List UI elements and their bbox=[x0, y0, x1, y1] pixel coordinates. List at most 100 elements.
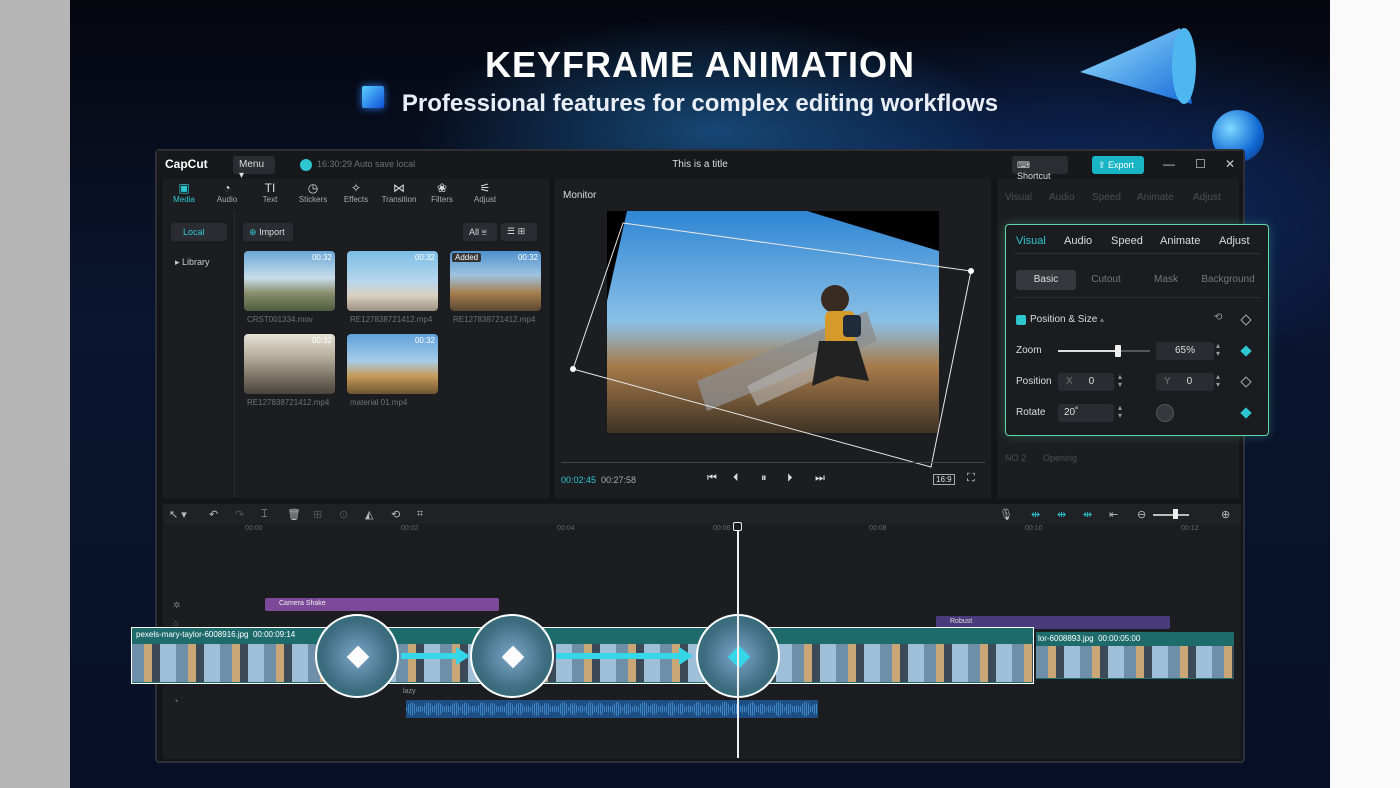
split-audio-icon[interactable]: ⇤ bbox=[1109, 508, 1118, 521]
filter-icon: ⩸ bbox=[481, 227, 488, 237]
step-forward-icon[interactable]: ⏵ bbox=[787, 472, 793, 485]
close-button[interactable]: ✕ bbox=[1225, 157, 1235, 171]
tab-animate[interactable]: Animate bbox=[1160, 235, 1200, 247]
current-timecode: 00:02:45 bbox=[561, 475, 597, 485]
monitor-ruler[interactable] bbox=[561, 455, 985, 463]
bg-tab: Adjust bbox=[1193, 192, 1221, 203]
mirror-icon[interactable]: ◭ bbox=[365, 508, 373, 521]
export-button[interactable]: ⇪ Export bbox=[1092, 156, 1144, 174]
snap-icon[interactable]: ⇹ bbox=[1057, 508, 1066, 521]
x-stepper[interactable]: ▴ ▾ bbox=[1118, 373, 1122, 389]
skip-forward-icon[interactable]: ⏭ bbox=[815, 472, 825, 485]
position-size-checkbox[interactable] bbox=[1016, 315, 1026, 325]
thumb-duration: 00:32 bbox=[517, 253, 538, 262]
menu-button[interactable]: Menu ▾ bbox=[233, 156, 275, 181]
rotate-stepper[interactable]: ▴ ▾ bbox=[1118, 404, 1122, 420]
filter-dropdown[interactable]: All ⩸ bbox=[463, 223, 497, 241]
microphone-icon[interactable]: 🎙 bbox=[999, 508, 1013, 521]
tab-audio-props[interactable]: Audio bbox=[1064, 235, 1092, 247]
freeze-icon[interactable]: ⊞ bbox=[313, 508, 322, 521]
tab-filters[interactable]: ❀ Filters bbox=[421, 181, 463, 204]
autosave-status: 16:30:29 Auto save local bbox=[317, 159, 416, 169]
bg-footer-item: Opening bbox=[1043, 453, 1078, 463]
tab-speed[interactable]: Speed bbox=[1111, 235, 1143, 247]
tab-divider bbox=[1014, 253, 1260, 254]
transform-box[interactable] bbox=[555, 179, 991, 479]
sidebar-item-library[interactable]: ▸ Library bbox=[171, 253, 227, 271]
zoom-stepper[interactable]: ▴ ▾ bbox=[1216, 342, 1220, 358]
keyframe-diamond-icon[interactable] bbox=[346, 645, 370, 669]
audio-clip[interactable] bbox=[406, 700, 818, 718]
maximize-button[interactable]: ☐ bbox=[1195, 157, 1206, 171]
effect-clip-camera-shake[interactable]: Camera Shake bbox=[265, 598, 499, 611]
zoom-in-icon[interactable]: ⊕ bbox=[1221, 508, 1230, 521]
keyframe-toggle-icon[interactable] bbox=[1240, 376, 1252, 388]
media-thumb[interactable]: 00:32 bbox=[347, 251, 438, 311]
media-thumb[interactable]: 00:32 bbox=[347, 334, 438, 394]
media-thumb[interactable]: 00:32 bbox=[244, 334, 335, 394]
minimize-button[interactable]: — bbox=[1163, 157, 1175, 171]
tab-effects[interactable]: ✧ Effects bbox=[335, 181, 377, 204]
delete-icon[interactable]: 🗑 bbox=[287, 508, 301, 521]
reverse-icon[interactable]: ⊙ bbox=[339, 508, 348, 521]
skip-back-icon[interactable]: ⏮ bbox=[707, 472, 717, 485]
collapse-icon[interactable]: ▴ bbox=[1100, 315, 1104, 324]
tab-audio[interactable]: ◔ Audio bbox=[206, 181, 248, 204]
link-icon[interactable]: ⇹ bbox=[1031, 508, 1040, 521]
position-y-field[interactable]: Y0 bbox=[1156, 373, 1214, 391]
y-stepper[interactable]: ▴ ▾ bbox=[1216, 373, 1220, 389]
keyframe-diamond-icon[interactable] bbox=[727, 645, 751, 669]
crop-icon[interactable]: ⌗ bbox=[417, 508, 423, 521]
ratio-button[interactable]: 16:9 bbox=[933, 474, 955, 485]
subtab-mask[interactable]: Mask bbox=[1136, 270, 1196, 290]
zoom-field[interactable]: 65% bbox=[1156, 342, 1214, 360]
shortcut-button[interactable]: ⌨ Shortcut bbox=[1012, 156, 1068, 181]
playhead[interactable] bbox=[737, 522, 739, 758]
reset-icon[interactable]: ⟲ bbox=[1214, 312, 1222, 323]
rotate-dial-icon[interactable] bbox=[1156, 404, 1174, 422]
zoom-out-icon[interactable]: ⊖ bbox=[1137, 508, 1146, 521]
fullscreen-icon[interactable]: ⛶ bbox=[967, 472, 975, 485]
preview-axis-icon[interactable]: ⇹ bbox=[1083, 508, 1092, 521]
redo-icon[interactable]: ↷ bbox=[235, 508, 244, 521]
keyframe-magnifier[interactable] bbox=[315, 614, 399, 698]
tab-transition[interactable]: ⋈ Transition bbox=[378, 181, 420, 204]
tab-adjust-props[interactable]: Adjust bbox=[1219, 235, 1250, 247]
undo-icon[interactable]: ↶ bbox=[209, 508, 218, 521]
keyframe-diamond-icon[interactable] bbox=[501, 645, 525, 669]
zoom-slider[interactable] bbox=[1153, 514, 1189, 516]
subtab-basic[interactable]: Basic bbox=[1016, 270, 1076, 290]
position-x-field[interactable]: X0 bbox=[1058, 373, 1114, 391]
split-icon[interactable]: ⌶ bbox=[261, 508, 268, 521]
tab-media[interactable]: ▣ Media bbox=[163, 181, 205, 204]
import-button[interactable]: ⊕ Import bbox=[243, 223, 293, 241]
media-thumb[interactable]: 00:32 bbox=[244, 251, 335, 311]
pause-icon[interactable]: ⏸ bbox=[761, 472, 767, 485]
tab-stickers[interactable]: ◷ Stickers bbox=[292, 181, 334, 204]
keyframe-toggle-icon[interactable] bbox=[1240, 314, 1252, 326]
view-toggle[interactable]: ☰ ⊞ bbox=[501, 223, 537, 241]
step-back-icon[interactable]: ⏴ bbox=[733, 472, 739, 485]
rotate-field[interactable]: 20˚ bbox=[1058, 404, 1114, 422]
keyframe-active-icon[interactable] bbox=[1240, 345, 1252, 357]
list-view-icon: ☰ bbox=[507, 226, 516, 236]
keyframe-active-icon[interactable] bbox=[1240, 407, 1252, 419]
playhead-handle[interactable] bbox=[733, 522, 742, 531]
sidebar-item-local[interactable]: Local bbox=[171, 223, 227, 241]
media-panel: Local ▸ Library ⊕ Import All ⩸ ☰ ⊞ 00:32… bbox=[163, 211, 549, 498]
zoom-slider-knob[interactable] bbox=[1114, 345, 1121, 357]
rotate-label: Rotate bbox=[1016, 407, 1046, 418]
rotate-icon[interactable]: ⟲ bbox=[391, 508, 400, 521]
tab-adjust[interactable]: ⚟ Adjust bbox=[464, 181, 506, 204]
zoom-slider-knob[interactable] bbox=[1173, 509, 1178, 519]
subtab-background[interactable]: Background bbox=[1198, 270, 1258, 290]
section-label: Position & Size bbox=[1030, 314, 1098, 325]
second-video-clip[interactable]: lor-6008893.jpg 00:00:05:00 bbox=[1036, 632, 1234, 679]
tab-text[interactable]: TI Text bbox=[249, 181, 291, 204]
select-tool-icon[interactable]: ↖ ▾ bbox=[169, 508, 187, 521]
media-thumb[interactable]: Added 00:32 bbox=[450, 251, 541, 311]
tab-visual[interactable]: Visual bbox=[1016, 235, 1046, 247]
subtab-cutout[interactable]: Cutout bbox=[1076, 270, 1136, 290]
media-icon: ▣ bbox=[178, 181, 190, 195]
keyframe-magnifier[interactable] bbox=[470, 614, 554, 698]
